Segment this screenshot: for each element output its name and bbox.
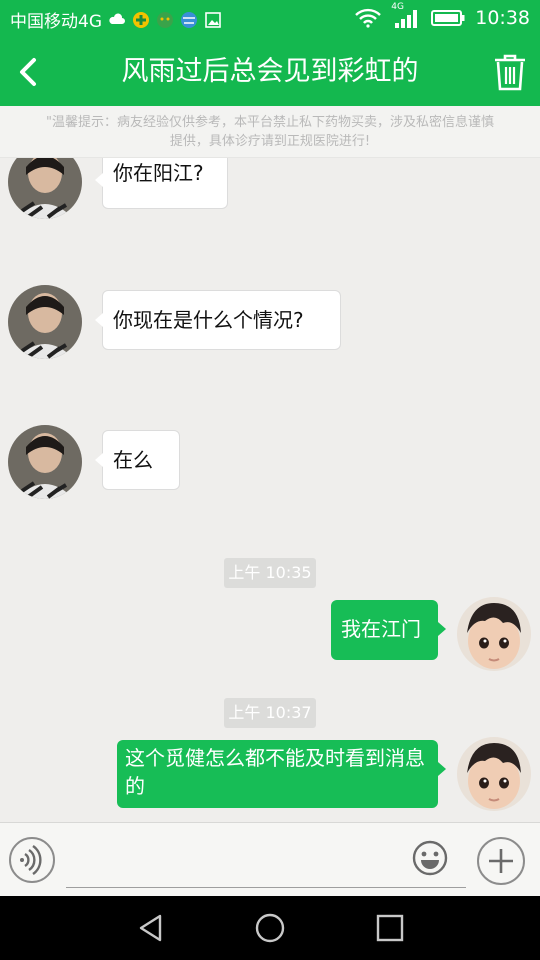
message-bubble-outgoing[interactable]: 我在江门 — [331, 600, 446, 660]
trash-icon — [495, 54, 525, 91]
plus-icon — [489, 849, 513, 873]
home-circle-icon — [255, 913, 285, 943]
message-bubble-incoming[interactable]: 你在阳江? — [95, 158, 228, 209]
message-bubble-incoming[interactable]: 你现在是什么个情况? — [95, 290, 341, 350]
carrier-label: 中国移动4G — [10, 12, 102, 32]
chat-message-list[interactable]: 你在阳江? 你现在是什么个情况? 在么 上午 10:35 我在江门 上午 10:… — [0, 158, 540, 822]
back-triangle-icon — [139, 914, 162, 942]
user-photo — [457, 597, 531, 671]
message-bubble-incoming[interactable]: 在么 — [95, 430, 180, 490]
nav-home-button[interactable] — [254, 912, 286, 944]
voice-button[interactable] — [9, 837, 55, 883]
message-timestamp: 上午 10:37 — [224, 698, 316, 728]
clock: 10:38 — [475, 7, 530, 29]
status-right: 4G 10:38 — [355, 2, 530, 29]
more-options-button[interactable] — [477, 837, 525, 885]
signal-icon: 4G — [391, 2, 421, 29]
message-input[interactable] — [66, 835, 466, 888]
globe-icon — [181, 11, 197, 28]
message-bubble-outgoing[interactable]: 这个觅健怎么都不能及时看到消息的 — [117, 740, 446, 808]
message-timestamp: 上午 10:35 — [224, 558, 316, 588]
voice-icon — [20, 845, 42, 875]
emoji-icon — [412, 840, 448, 876]
user-photo — [457, 737, 531, 811]
image-icon — [205, 11, 221, 28]
status-left: 中国移动4G — [10, 7, 222, 32]
battery-icon — [431, 10, 465, 26]
contact-avatar[interactable] — [8, 285, 82, 359]
message-input-bar — [0, 822, 540, 897]
app-face-icon — [157, 11, 173, 28]
warm-tip-banner: "温馨提示：病友经验仅供参考，本平台禁止私下药物买卖，涉及私密信息谨慎 提供，具… — [0, 106, 540, 158]
user-avatar[interactable] — [457, 597, 531, 671]
contact-avatar[interactable] — [8, 158, 82, 219]
contact-photo — [8, 158, 82, 219]
chevron-left-icon — [20, 58, 36, 86]
app-badge-icon — [133, 11, 149, 28]
contact-avatar[interactable] — [8, 425, 82, 499]
delete-button[interactable] — [492, 52, 528, 92]
nav-recents-button[interactable] — [374, 912, 406, 944]
page-title: 风雨过后总会见到彩虹的 — [121, 56, 419, 87]
user-avatar[interactable] — [457, 737, 531, 811]
wifi-icon — [355, 8, 382, 28]
recents-square-icon — [376, 914, 404, 942]
back-button[interactable] — [10, 52, 50, 92]
network-type-label: 4G — [391, 2, 404, 12]
nav-back-button[interactable] — [136, 912, 168, 944]
status-bar: 中国移动4G 4G 10:38 — [0, 0, 540, 38]
contact-photo — [8, 425, 82, 499]
emoji-button[interactable] — [411, 839, 449, 877]
contact-photo — [8, 285, 82, 359]
warm-tip-line-2: 提供，具体诊疗请到正规医院进行! — [169, 134, 371, 149]
cloud-icon — [109, 12, 125, 24]
app-header: 风雨过后总会见到彩虹的 — [0, 38, 540, 106]
system-nav-bar — [0, 896, 540, 960]
warm-tip-line-1: "温馨提示：病友经验仅供参考，本平台禁止私下药物买卖，涉及私密信息谨慎 — [46, 115, 494, 130]
